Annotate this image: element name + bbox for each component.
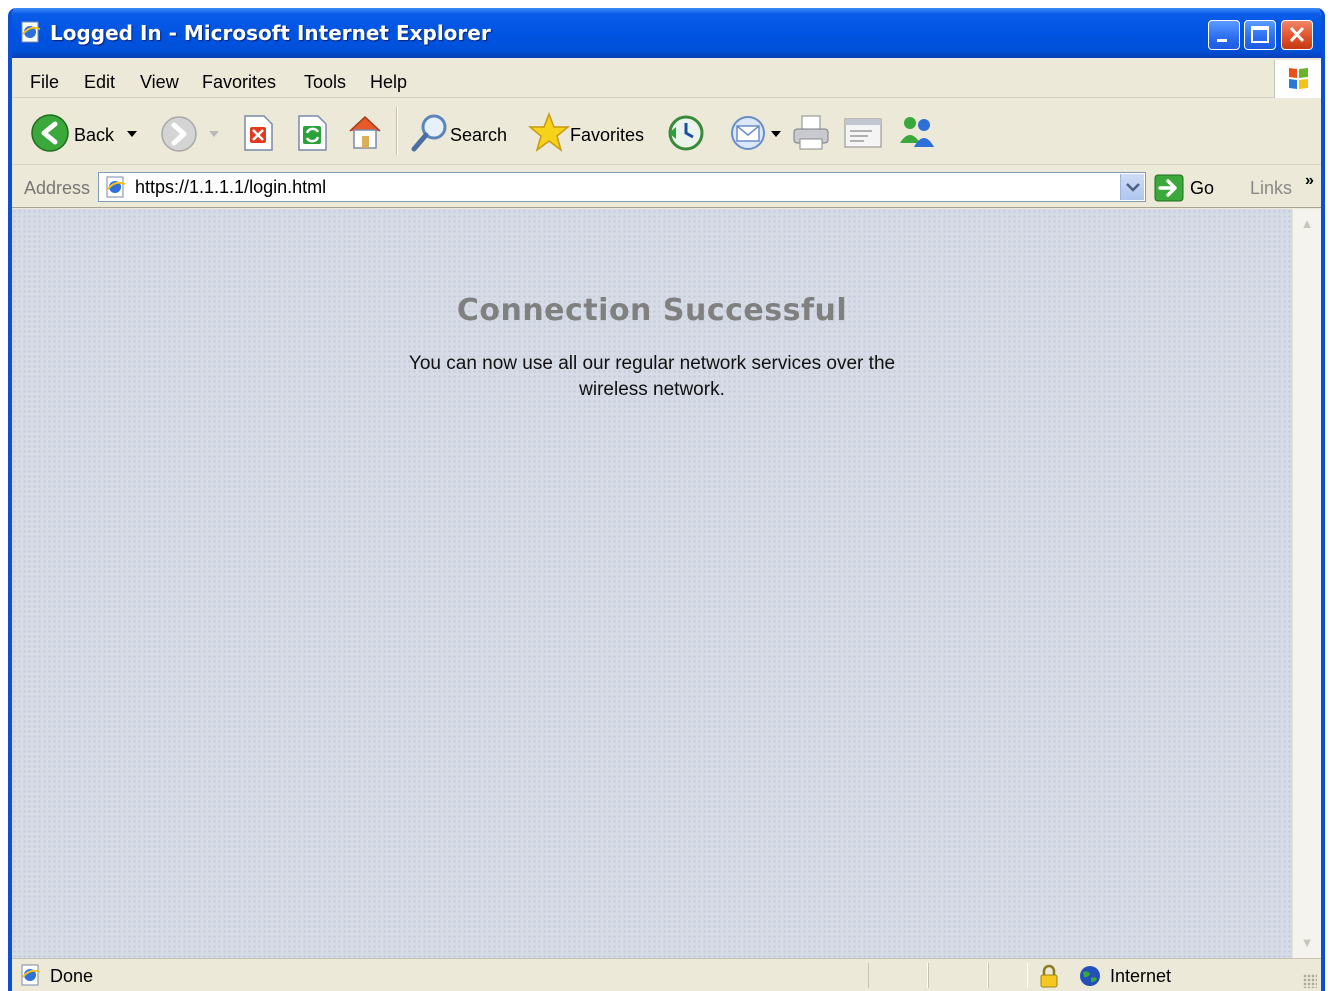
links-label[interactable]: Links [1250,178,1292,199]
mail-dropdown-icon[interactable] [770,129,782,139]
windows-flag-icon [1289,68,1308,89]
menu-edit[interactable]: Edit [84,72,115,93]
back-arrow-icon[interactable] [30,113,70,153]
close-icon [1289,26,1305,43]
page-icon [106,176,126,198]
search-button-label[interactable]: Search [450,125,507,146]
internet-globe-icon [1080,966,1100,986]
address-field[interactable]: https://1.1.1.1/login.html [98,172,1146,202]
menu-bar: File Edit View Favorites Tools Help [12,58,1321,98]
chevron-down-icon [1126,183,1140,192]
refresh-icon[interactable] [294,113,330,153]
address-bar: Address https://1.1.1.1/login.html Go Li… [12,166,1321,208]
status-pane [868,963,928,988]
menu-file[interactable]: File [30,72,59,93]
forward-arrow-icon[interactable] [160,115,198,153]
windows-logo [1274,60,1321,98]
close-button[interactable] [1281,20,1313,50]
back-dropdown-icon[interactable] [126,129,138,139]
go-button-label[interactable]: Go [1190,178,1214,199]
page-heading: Connection Successful [456,293,848,328]
edit-page-icon[interactable] [842,115,884,151]
stop-icon[interactable] [240,113,276,153]
print-icon[interactable] [790,113,832,153]
status-bar: Done Internet [12,958,1321,991]
menu-favorites[interactable]: Favorites [202,72,276,93]
scroll-down-icon[interactable]: ▼ [1296,932,1318,954]
maximize-icon [1251,26,1269,43]
minimize-button[interactable] [1208,20,1240,50]
search-icon[interactable] [408,111,452,155]
resize-grip[interactable] [1303,974,1317,988]
favorites-button-label[interactable]: Favorites [570,125,644,146]
menu-view[interactable]: View [140,72,179,93]
menu-help[interactable]: Help [370,72,407,93]
back-button-label[interactable]: Back [74,125,114,146]
address-label: Address [24,178,91,198]
home-icon[interactable] [344,111,386,153]
lock-icon [1040,964,1058,988]
mail-icon[interactable] [728,113,768,153]
favorites-star-icon[interactable] [528,111,570,153]
links-chevron-icon[interactable]: » [1305,172,1314,190]
security-zone-label: Internet [1110,966,1172,986]
address-value[interactable]: https://1.1.1.1/login.html [135,177,326,198]
messenger-icon[interactable] [896,111,940,153]
title-bar[interactable]: Logged In - Microsoft Internet Explorer [12,8,1321,58]
menu-tools[interactable]: Tools [304,72,346,93]
ie-page-icon [21,21,41,43]
toolbar-separator [396,107,398,155]
status-pane [988,963,1028,988]
window-title: Logged In - Microsoft Internet Explorer [50,21,491,45]
minimize-icon [1217,39,1227,42]
standard-toolbar: Back Search Favorites [12,99,1321,165]
browser-window: Logged In - Microsoft Internet Explorer … [8,8,1325,991]
maximize-button[interactable] [1244,20,1276,50]
vertical-scrollbar[interactable]: ▲ ▼ [1292,209,1321,958]
page-message: You can now use all our regular network … [408,353,896,400]
go-arrow-icon[interactable] [1154,174,1184,202]
history-icon[interactable] [666,113,706,153]
status-text: Done [50,966,94,986]
page-content: Connection Successful You can now use al… [12,209,1292,958]
address-dropdown-button[interactable] [1120,174,1144,200]
page-done-icon [21,964,41,986]
status-pane [928,963,988,988]
scroll-up-icon[interactable]: ▲ [1296,213,1318,235]
forward-dropdown-icon[interactable] [208,129,220,139]
